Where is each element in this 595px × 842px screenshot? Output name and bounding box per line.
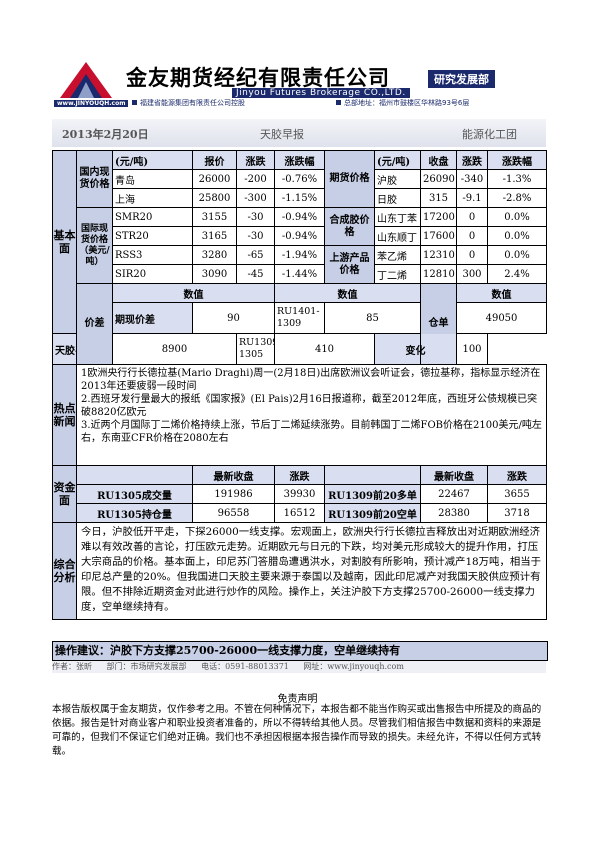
table-row: 期现价差 90 RU1401-1309 85 49050 [53, 302, 547, 334]
parent-company: 福建省能源集团有限责任公司控股 [132, 98, 245, 108]
table-row: 青岛 26000 -200 -0.76% 沪胶 26090 -340 -1.3% [53, 169, 547, 189]
pct2-header: 涨跌幅 [487, 150, 547, 170]
company-logo [58, 60, 114, 100]
table-row: STR20 3165 -30 -0.94% 山东顺丁 17600 0 0.0% [53, 226, 547, 246]
report-table: 基本面 国内现货价格 (元/吨) 报价 涨跌 涨跌幅 期货价格 (元/吨) 收盘… [52, 150, 547, 620]
section-analysis: 综合分析 [52, 522, 77, 620]
pct-header: 涨跌幅 [274, 150, 325, 170]
intl-label: 国际现货价格（美元/吨） [76, 207, 113, 284]
footer-department: 部门：市场研究发展部 [106, 662, 187, 671]
trading-advice: 操作建议：沪胶下方支撑25700-26000一线支撑力度，空单继续持有 [52, 641, 548, 661]
table-row: 天胶-合成胶 8900 RU1309-1305 410 变化 100 [52, 333, 547, 365]
table-row: RU1305持仓量 96558 16512 RU1309前20空单 28380 … [53, 503, 547, 523]
synth-label: 合成胶价格 [324, 207, 375, 246]
table-row: 上海 25800 -300 -1.15% 日胶 315 -9.1 -2.8% [53, 188, 547, 208]
change2-header: 涨跌 [456, 150, 488, 170]
change-header: 涨跌 [236, 150, 275, 170]
spread-label: 价差 [76, 283, 113, 365]
table-row: RSS3 3280 -65 -1.94% 上游产品价格 苯乙烯 12310 0 … [53, 245, 547, 284]
department-badge: 研究发展部 [428, 70, 495, 88]
funds-header-row: 资金面 最新收盘 涨跌 最新收盘 涨跌 [52, 465, 547, 523]
analysis-row: 综合分析 今日，沪胶低开平走，下探26000一线支撑。宏观面上，欧洲央行行长德拉… [52, 522, 547, 620]
company-name-en: Jinyou Futures Brokerage CO.,LTD. [232, 88, 410, 98]
website-badge: www.JINYOUQH.com [54, 100, 129, 107]
table-row: SIR20 3090 -45 -1.44% 丁二烯 12810 300 2.4% [53, 264, 547, 284]
phone: 电话：0591-88013371 [201, 662, 289, 671]
futures-label: 期货价格 [324, 150, 375, 208]
price-header: 报价 [192, 150, 237, 170]
disclaimer-text: 本报告版权属于金友期货，仅作参考之用。不管在何种情况下，本报告都不能当作购买或出… [52, 704, 542, 757]
analysis-text: 今日，沪胶低开平走，下探26000一线支撑。宏观面上，欧洲央行行长德拉吉释放出对… [76, 522, 547, 620]
spread-header-row: 价差 数值 数值 仓单 数值 [53, 283, 547, 365]
section-funds: 资金面 [52, 465, 77, 523]
news-item: 3.近两个月国际丁二烯价格持续上涨，节后丁二烯延续涨势。目前韩国丁二烯FOB价格… [81, 420, 542, 444]
section-news: 热点新闻 [52, 364, 77, 466]
report-footer: 作者：张昕 部门：市场研究发展部 电话：0591-88013371 网址：www… [52, 661, 546, 673]
address: 总部地址：福州市鼓楼区华林路93号6层 [336, 98, 469, 108]
news-content: 1欧洲央行行长德拉基(Mario Draghi)周一(2月18日)出席欧洲议会听… [76, 364, 547, 466]
author: 作者：张昕 [52, 662, 92, 671]
close-header: 收盘 [420, 150, 457, 170]
report-type: 天胶早报 [260, 128, 304, 141]
upstream-label: 上游产品价格 [324, 245, 375, 284]
unit2-header: (元/吨) [374, 150, 421, 170]
table-row: RU1305成交量 191986 39930 RU1309前20多单 22467… [53, 484, 547, 504]
news-row: 热点新闻 1欧洲央行行长德拉基(Mario Draghi)周一(2月18日)出席… [52, 364, 547, 466]
research-group: 能源化工团 [462, 128, 517, 141]
report-date: 2013年2月20日 [62, 128, 149, 141]
section-basics: 基本面 [52, 150, 77, 334]
footer-website[interactable]: 网址：www.jinyouqh.com [303, 662, 404, 671]
news-item: 2.西班牙发行量最大的报纸《国家报》(El Pais)2月16日报道称，截至20… [81, 394, 538, 418]
unit-header: (元/吨) [112, 150, 193, 170]
domestic-label: 国内现货价格 [76, 150, 113, 208]
news-item: 1欧洲央行行长德拉基(Mario Draghi)周一(2月18日)出席欧洲议会听… [81, 368, 541, 392]
table-row: 国际现货价格（美元/吨） SMR20 3155 -30 -0.94% 合成胶价格… [53, 207, 547, 284]
